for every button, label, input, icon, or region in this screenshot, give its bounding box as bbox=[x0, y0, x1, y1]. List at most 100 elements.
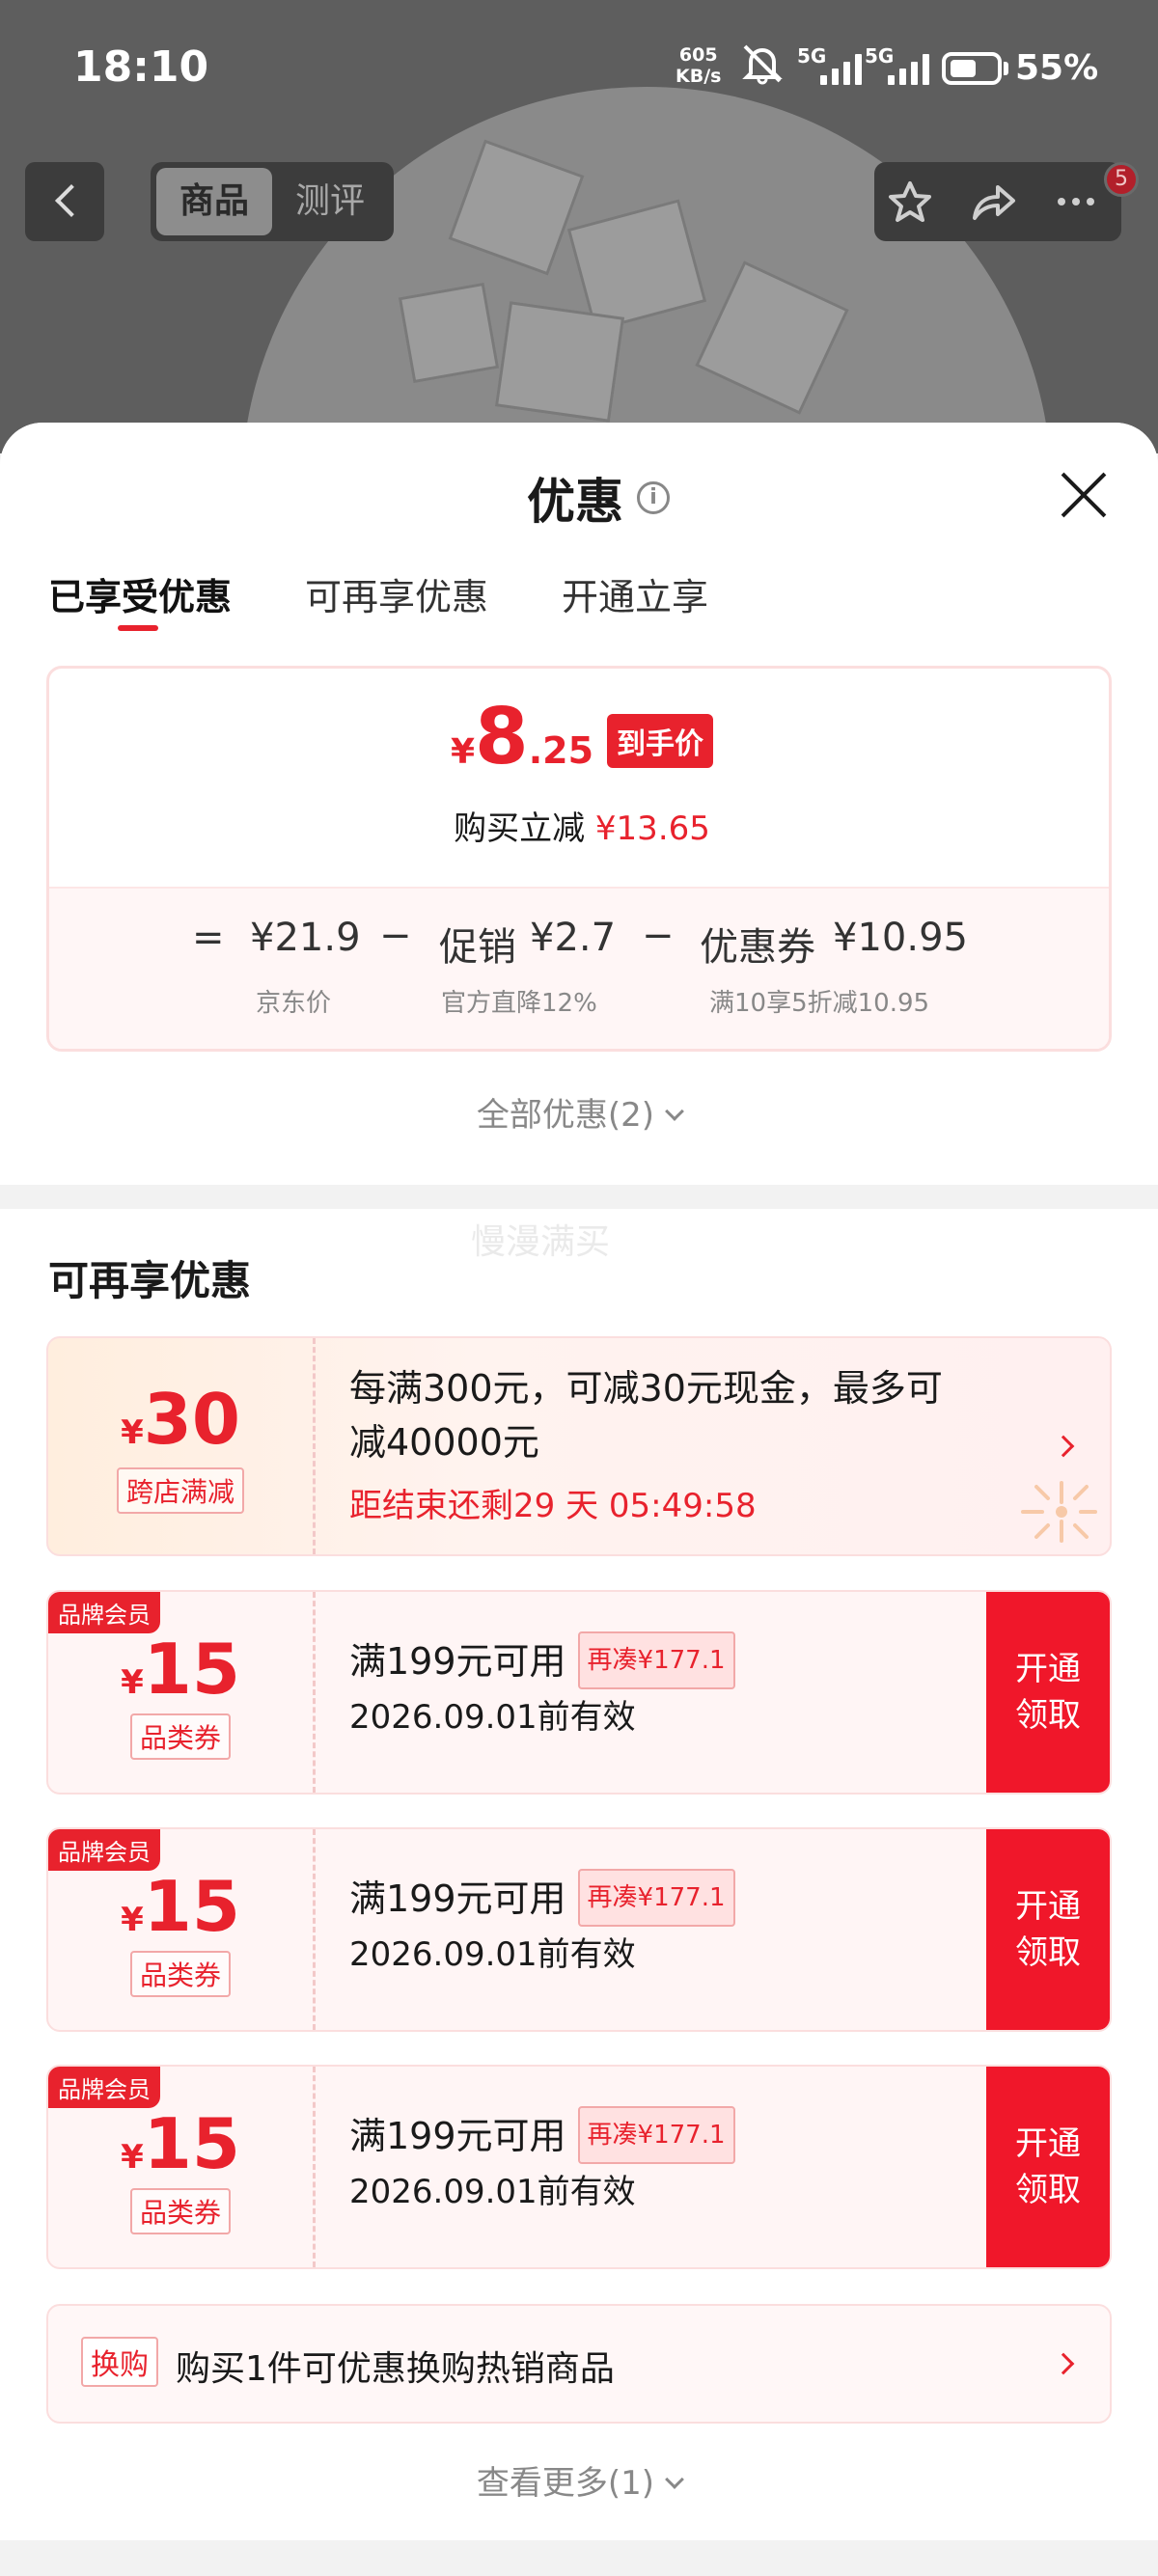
reduce-label: 购买立减 bbox=[454, 809, 586, 848]
coupon-card: ¥15 品类券 品牌会员 满199元可用 再凑¥177.1 2026.09.01前… bbox=[46, 2065, 1112, 2269]
battery-icon bbox=[942, 52, 1002, 85]
watermark: 慢漫满买 bbox=[471, 1222, 611, 1262]
network-speed-unit: KB/s bbox=[676, 66, 722, 87]
promo-label: 促销 bbox=[439, 925, 516, 970]
minus-sign: − bbox=[642, 914, 675, 958]
coupon-condition: 满199元可用 再凑¥177.1 bbox=[349, 1631, 735, 1693]
open-and-claim-button[interactable]: 开通 领取 bbox=[986, 1829, 1110, 2030]
tab-review[interactable]: 测评 bbox=[272, 168, 388, 235]
cross-store-countdown: 距结束还剩29 天 05:49:58 bbox=[349, 1487, 757, 1525]
coupon-condition: 满199元可用 再凑¥177.1 bbox=[349, 1868, 735, 1931]
cross-store-amount: ¥30 bbox=[48, 1379, 313, 1460]
coupon-value: ¥10.95 bbox=[833, 916, 968, 960]
star-icon[interactable] bbox=[886, 179, 934, 224]
price-breakdown: = ¥21.9 京东价 − 促销 ¥2.7 官方直降12% − 优惠券 ¥10.… bbox=[49, 887, 1109, 1049]
network-speed: 605 KB/s bbox=[676, 44, 721, 87]
equals-sign: = bbox=[192, 916, 225, 960]
coupon-tag: 品类券 bbox=[48, 1713, 313, 1760]
nav-actions bbox=[874, 162, 1121, 241]
coupon-value: 15 bbox=[143, 1866, 240, 1947]
coupon-currency: ¥ bbox=[121, 2138, 144, 2177]
more-icon[interactable] bbox=[1052, 179, 1100, 224]
cross-store-currency: ¥ bbox=[121, 1413, 144, 1452]
button-line2: 领取 bbox=[1015, 1933, 1081, 1972]
cross-store-card[interactable]: ¥30 跨店满减 每满300元，可减30元现金，最多可 减40000元 距结束还… bbox=[46, 1336, 1112, 1556]
coupon-tag-label: 品类券 bbox=[129, 2188, 231, 2234]
coupon-amount: ¥15 bbox=[48, 2103, 313, 2184]
coupon-label: 优惠券 bbox=[700, 925, 815, 970]
chevron-right-icon bbox=[1052, 2352, 1075, 2375]
promo-tabs: 已享受优惠 可再享优惠 开通立享 bbox=[48, 567, 708, 631]
coupon-condition-text: 满199元可用 bbox=[349, 1640, 566, 1683]
cross-store-desc: 每满300元，可减30元现金，最多可 减40000元 bbox=[349, 1361, 943, 1469]
see-more-link[interactable]: 查看更多(1) bbox=[0, 2456, 1158, 2504]
promo-sub: 官方直降12% bbox=[441, 989, 597, 1018]
tab-enjoyed[interactable]: 已享受优惠 bbox=[48, 567, 232, 631]
tab-product[interactable]: 商品 bbox=[156, 168, 272, 235]
button-line1: 开通 bbox=[1015, 1650, 1081, 1688]
button-line2: 领取 bbox=[1015, 2171, 1081, 2209]
signal1-bars-icon bbox=[820, 52, 862, 85]
coupon-currency: ¥ bbox=[121, 1901, 144, 1939]
card-divider bbox=[313, 1829, 316, 2030]
menu-badge: 5 bbox=[1104, 162, 1139, 197]
final-price-int: 8 bbox=[475, 692, 529, 781]
swap-purchase-row[interactable]: 换购 购买1件可优惠换购热销商品 bbox=[46, 2304, 1112, 2424]
cross-store-desc-line1: 每满300元，可减30元现金，最多可 bbox=[349, 1367, 943, 1410]
button-line2: 领取 bbox=[1015, 1696, 1081, 1735]
coupon-tag-label: 品类券 bbox=[129, 1713, 231, 1760]
swap-tag: 换购 bbox=[81, 2337, 158, 2387]
cross-store-tag-label: 跨店满减 bbox=[116, 1467, 244, 1514]
open-and-claim-button[interactable]: 开通 领取 bbox=[986, 1592, 1110, 1793]
sheet-title-wrap: 优惠 i bbox=[527, 463, 670, 533]
info-icon[interactable]: i bbox=[637, 481, 670, 514]
jd-price: ¥21.9 bbox=[250, 916, 361, 960]
network-speed-value: 605 bbox=[678, 44, 718, 66]
final-price-tag: 到手价 bbox=[607, 714, 714, 768]
share-icon[interactable] bbox=[969, 179, 1017, 224]
open-and-claim-label: 开通 领取 bbox=[1015, 1883, 1081, 1976]
coupon-condition-text: 满199元可用 bbox=[349, 2115, 566, 2157]
coupon-tag: 品类券 bbox=[48, 1951, 313, 1997]
jd-price-label: 京东价 bbox=[256, 989, 332, 1018]
product-image-area: 18:10 605 KB/s 5G 5G 55% 商品 测评 5 bbox=[0, 0, 1158, 453]
coupon-expiry: 2026.09.01前有效 bbox=[349, 1698, 636, 1737]
card-divider bbox=[313, 1338, 316, 1554]
coupon-expiry: 2026.09.01前有效 bbox=[349, 2173, 636, 2211]
close-icon[interactable] bbox=[1060, 471, 1108, 519]
back-icon[interactable] bbox=[25, 162, 104, 241]
all-promos-link[interactable]: 全部优惠(2) bbox=[0, 1088, 1158, 1136]
open-and-claim-button[interactable]: 开通 领取 bbox=[986, 2067, 1110, 2267]
section-title: 可再享优惠 bbox=[48, 1257, 252, 1304]
card-divider bbox=[313, 1592, 316, 1793]
tab-available[interactable]: 可再享优惠 bbox=[305, 567, 488, 620]
tab-open-enjoy[interactable]: 开通立享 bbox=[562, 567, 708, 620]
cross-store-amount-area: ¥30 跨店满减 bbox=[48, 1338, 313, 1554]
open-and-claim-label: 开通 领取 bbox=[1015, 2121, 1081, 2213]
coupon-condition: 满199元可用 再凑¥177.1 bbox=[349, 2105, 735, 2168]
brand-member-badge: 品牌会员 bbox=[48, 2067, 160, 2108]
instant-reduction: 购买立减 ¥13.65 bbox=[49, 802, 1109, 849]
coupon-expiry: 2026.09.01前有效 bbox=[349, 1935, 636, 1974]
swap-text: 购买1件可优惠换购热销商品 bbox=[176, 2349, 615, 2389]
status-time: 18:10 bbox=[73, 42, 209, 92]
reduce-value: ¥13.65 bbox=[594, 809, 710, 848]
price-summary-card: ¥ 8 .25 到手价 购买立减 ¥13.65 = ¥21.9 京东价 − 促销… bbox=[46, 666, 1112, 1052]
coupon-value: 15 bbox=[143, 1629, 240, 1710]
final-price: ¥ 8 .25 到手价 bbox=[49, 692, 1109, 781]
button-line1: 开通 bbox=[1015, 2124, 1081, 2163]
product-cube-image bbox=[494, 301, 625, 423]
coupon-need-more: 再凑¥177.1 bbox=[577, 1631, 735, 1689]
coupon-card: ¥15 品类券 品牌会员 满199元可用 再凑¥177.1 2026.09.01前… bbox=[46, 1590, 1112, 1795]
card-divider bbox=[313, 2067, 316, 2267]
coupon-need-more: 再凑¥177.1 bbox=[577, 1868, 735, 1927]
signal2-bars-icon bbox=[888, 52, 929, 85]
all-promos-label: 全部优惠(2) bbox=[476, 1096, 655, 1135]
coupon-amount: ¥15 bbox=[48, 1866, 313, 1947]
brand-member-badge: 品牌会员 bbox=[48, 1592, 160, 1633]
final-currency: ¥ bbox=[450, 732, 476, 772]
coupon-amount: ¥15 bbox=[48, 1629, 313, 1710]
brand-member-badge: 品牌会员 bbox=[48, 1829, 160, 1871]
open-and-claim-label: 开通 领取 bbox=[1015, 1646, 1081, 1739]
chevron-down-icon bbox=[665, 2470, 684, 2489]
